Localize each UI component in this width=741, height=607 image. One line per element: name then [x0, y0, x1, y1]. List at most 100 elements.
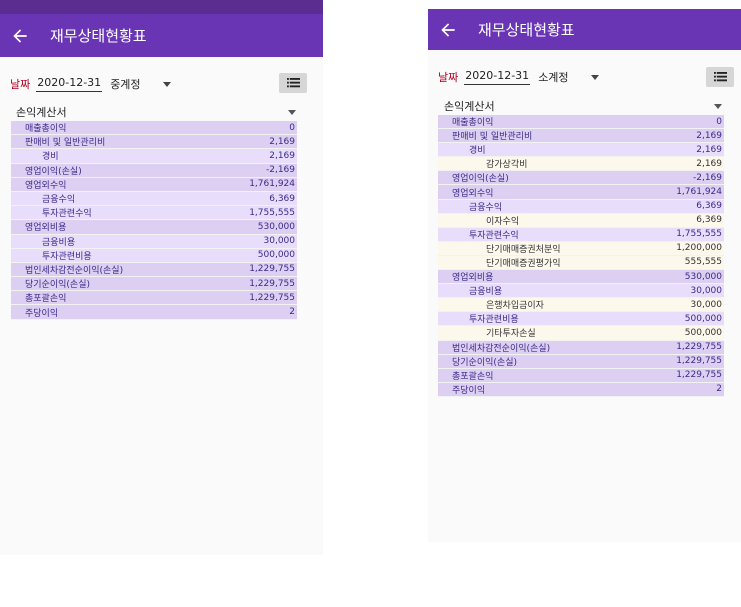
table-row[interactable]: 법인세차감전순이익(손실) 1,229,755 [438, 340, 724, 355]
app-bar: 재무상태현황표 [0, 14, 323, 57]
table-row[interactable]: 총포괄손익 1,229,755 [438, 368, 724, 383]
account-name: 총포괄손익 [452, 371, 494, 382]
account-name: 당기순이익(손실) [452, 357, 517, 368]
account-name: 판매비 및 일반관리비 [25, 138, 106, 149]
account-name: 영업외비용 [452, 273, 494, 284]
chevron-down-icon [288, 109, 296, 115]
table-row[interactable]: 투자관련수익 1,755,555 [11, 206, 297, 221]
table-row[interactable]: 은행차입금이자 30,000 [438, 298, 724, 313]
table-row[interactable]: 경비 2,169 [438, 143, 724, 158]
chevron-down-icon [714, 103, 722, 109]
filter-bar: 날짜 2020-12-31 소계정 [428, 67, 741, 87]
account-name: 단기매매증권처분익 [486, 244, 561, 255]
account-name: 투자관련비용 [469, 315, 519, 326]
back-arrow-icon[interactable] [438, 20, 458, 40]
account-name: 영업외수익 [452, 188, 494, 199]
table-row[interactable]: 영업이익(손실) -2,169 [438, 171, 724, 186]
chevron-down-icon[interactable] [590, 74, 599, 80]
statement-select[interactable]: 손익계산서 [16, 105, 298, 119]
table-row[interactable]: 금융비용 30,000 [438, 284, 724, 299]
table-row[interactable]: 주당이익 2 [11, 305, 297, 320]
account-name: 투자관련수익 [469, 230, 519, 241]
list-icon [713, 72, 727, 82]
table-row[interactable]: 영업외비용 530,000 [438, 270, 724, 285]
income-statement-table: 매출총이익 0 판매비 및 일반관리비 2,169 경비 2,169 감가상각비 2,169 영… [438, 115, 724, 397]
account-name: 감가상각비 [486, 160, 528, 171]
account-level-select[interactable]: 중계정 [110, 76, 140, 92]
list-view-button[interactable] [706, 67, 734, 87]
account-name: 영업이익(손실) [452, 174, 509, 185]
account-amount: 2 [716, 384, 722, 395]
table-row[interactable]: 법인세차감전순이익(손실) 1,229,755 [11, 262, 297, 278]
account-amount: 30,000 [690, 299, 723, 310]
account-name: 금융비용 [469, 287, 503, 298]
table-row[interactable]: 이자수익 6,369 [438, 213, 724, 228]
table-row[interactable]: 감가상각비 2,169 [438, 157, 724, 172]
table-row[interactable]: 투자관련비용 500,000 [11, 248, 297, 263]
statement-label: 손익계산서 [16, 106, 67, 119]
account-amount: 1,229,755 [676, 370, 722, 381]
table-row[interactable]: 판매비 및 일반관리비 2,169 [438, 129, 724, 144]
app-bar: 재무상태현황표 [428, 9, 741, 50]
account-amount: 1,229,755 [676, 356, 722, 367]
table-row[interactable]: 투자관련수익 1,755,555 [438, 227, 724, 242]
account-amount: 30,000 [690, 285, 723, 296]
list-icon [286, 78, 300, 88]
chevron-down-icon[interactable] [162, 81, 171, 87]
table-row[interactable]: 판매비 및 일반관리비 2,169 [11, 135, 297, 150]
account-amount: 1,229,755 [249, 278, 295, 289]
statement-select[interactable]: 손익계산서 [444, 99, 724, 113]
table-row[interactable]: 당기순이익(손실) 1,229,755 [438, 354, 724, 369]
right-screen: 재무상태현황표 날짜 2020-12-31 소계정 손익계산서 매출총이익 0 판매… [428, 0, 741, 542]
table-row[interactable]: 금융비용 30,000 [11, 234, 297, 249]
table-row[interactable]: 기타투자손실 500,000 [438, 326, 724, 341]
table-row[interactable]: 금융수익 6,369 [438, 199, 724, 214]
table-row[interactable]: 매출총이익 0 [438, 115, 724, 130]
table-row[interactable]: 매출총이익 0 [11, 121, 297, 136]
table-row[interactable]: 주당이익 2 [438, 382, 724, 397]
date-field[interactable]: 2020-12-31 [36, 76, 103, 92]
date-label: 날짜 [10, 78, 31, 91]
table-row[interactable]: 총포괄손익 1,229,755 [11, 291, 297, 306]
account-amount: 6,369 [696, 215, 722, 226]
account-name: 매출총이익 [452, 118, 494, 129]
account-name: 경비 [469, 146, 486, 157]
table-row[interactable]: 영업외비용 530,000 [11, 220, 297, 235]
account-amount: 1,755,555 [676, 229, 722, 240]
table-row[interactable]: 투자관련비용 500,000 [438, 312, 724, 327]
table-row[interactable]: 금융수익 6,369 [11, 191, 297, 207]
account-amount: 530,000 [257, 221, 295, 232]
date-field[interactable]: 2020-12-31 [464, 69, 531, 85]
account-amount: 1,229,755 [676, 342, 722, 353]
account-name: 영업외비용 [25, 223, 67, 234]
account-amount: -2,169 [265, 165, 295, 176]
account-amount: -2,169 [692, 172, 722, 183]
table-row[interactable]: 영업외수익 1,761,924 [11, 177, 297, 192]
account-amount: 0 [289, 122, 295, 133]
account-amount: 2,169 [696, 130, 722, 141]
account-name: 영업이익(손실) [25, 166, 82, 177]
account-name: 주당이익 [452, 385, 486, 396]
table-row[interactable]: 영업외수익 1,761,924 [438, 185, 724, 200]
table-row[interactable]: 경비 2,169 [11, 149, 297, 164]
table-row[interactable]: 단기매매증권처분익 1,200,000 [438, 241, 724, 256]
account-level-select[interactable]: 소계정 [538, 69, 568, 85]
page-title: 재무상태현황표 [478, 21, 575, 39]
table-row[interactable]: 영업이익(손실) -2,169 [11, 163, 297, 178]
account-amount: 2,169 [269, 136, 295, 147]
left-screen: 재무상태현황표 날짜 2020-12-31 중계정 손익계산서 매출총이익 0 판매… [0, 0, 323, 555]
account-name: 당기순이익(손실) [25, 280, 90, 291]
statement-label: 손익계산서 [444, 100, 495, 113]
table-row[interactable]: 단기매매증권평가익 555,555 [438, 255, 724, 271]
account-name: 기타투자손실 [486, 329, 536, 340]
account-amount: 1,200,000 [676, 243, 722, 254]
account-name: 주당이익 [25, 308, 59, 319]
back-arrow-icon[interactable] [10, 26, 30, 46]
account-amount: 500,000 [257, 250, 295, 261]
status-bar [428, 0, 741, 9]
account-name: 영업외수익 [25, 180, 67, 191]
table-row[interactable]: 당기순이익(손실) 1,229,755 [11, 277, 297, 292]
account-amount: 2,169 [269, 150, 295, 161]
status-bar [0, 0, 323, 14]
list-view-button[interactable] [279, 73, 307, 93]
